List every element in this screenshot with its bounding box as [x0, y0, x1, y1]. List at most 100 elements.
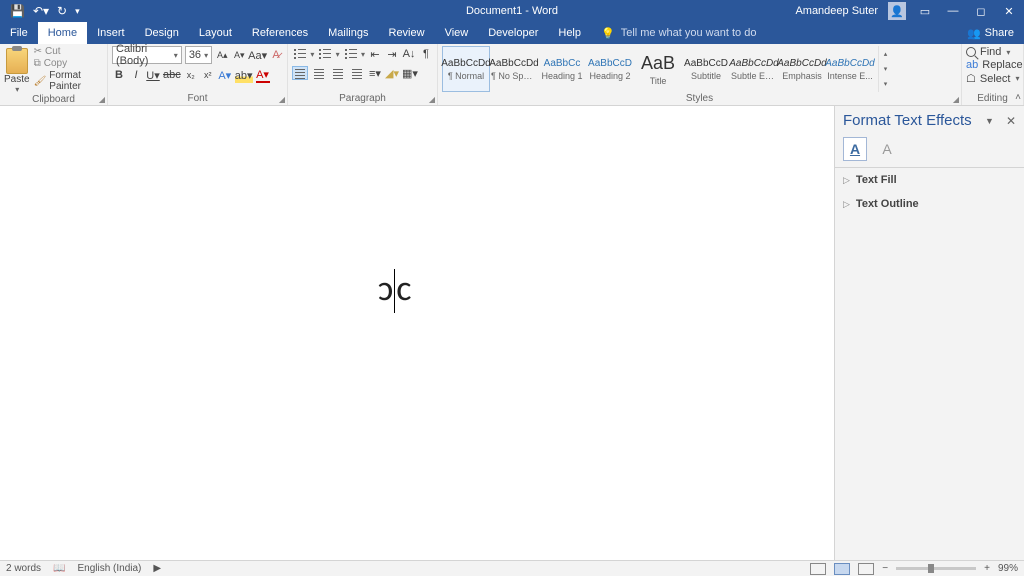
style-intense-e-[interactable]: AaBbCcDdIntense E... — [826, 46, 874, 92]
paragraph-dialog-launcher-icon[interactable]: ◢ — [429, 95, 435, 104]
line-spacing-button[interactable]: ≡▾ — [368, 65, 382, 81]
section-text-fill[interactable]: ▷Text Fill — [835, 168, 1024, 192]
minimize-icon[interactable]: — — [944, 5, 962, 17]
collapse-ribbon-icon[interactable]: ˄ — [1015, 92, 1021, 103]
sidepane-options-icon[interactable]: ▼ — [985, 116, 994, 126]
save-icon[interactable]: 💾 — [10, 4, 25, 18]
tab-developer[interactable]: Developer — [478, 22, 548, 44]
group-paragraph: ▾ ▾ ▾ ⇤ ⇥ A↓ ¶ ≡▾ ◢▾ ▦▾ — [288, 44, 438, 105]
zoom-level[interactable]: 99% — [998, 563, 1018, 574]
style--normal[interactable]: AaBbCcDd¶ Normal — [442, 46, 490, 92]
maximize-icon[interactable]: ◻ — [972, 5, 990, 18]
language-status[interactable]: English (India) — [77, 563, 141, 574]
style-subtitle[interactable]: AaBbCcDSubtitle — [682, 46, 730, 92]
styles-dialog-launcher-icon[interactable]: ◢ — [953, 95, 959, 104]
subscript-button[interactable]: x₂ — [184, 67, 198, 83]
expand-icon: ▷ — [843, 199, 850, 210]
web-layout-button[interactable] — [858, 563, 874, 575]
borders-button[interactable]: ▦▾ — [402, 65, 418, 81]
zoom-out-button[interactable]: − — [882, 563, 888, 574]
justify-button[interactable] — [349, 66, 365, 80]
read-mode-button[interactable] — [810, 563, 826, 575]
superscript-button[interactable]: x² — [201, 67, 215, 83]
user-name[interactable]: Amandeep Suter — [795, 5, 878, 17]
styles-more-button[interactable]: ▴▾▾ — [878, 46, 892, 92]
paste-button[interactable]: Paste ▾ — [4, 46, 30, 94]
align-left-button[interactable] — [292, 66, 308, 80]
find-button[interactable]: Find▾ — [966, 46, 1023, 58]
replace-button[interactable]: abReplace — [966, 59, 1023, 71]
document-text: ↄc — [378, 266, 411, 313]
document-canvas[interactable]: ↄc — [0, 106, 834, 560]
zoom-in-button[interactable]: + — [984, 563, 990, 574]
print-layout-button[interactable] — [834, 563, 850, 575]
tab-file[interactable]: File — [0, 22, 38, 44]
cut-button[interactable]: ✂Cut — [34, 46, 103, 57]
macro-status-icon[interactable]: ▶ — [153, 563, 161, 574]
font-color-button[interactable]: A▾ — [256, 67, 270, 83]
shrink-font-button[interactable]: A▾ — [232, 47, 246, 63]
tab-layout[interactable]: Layout — [189, 22, 242, 44]
tab-references[interactable]: References — [242, 22, 318, 44]
ribbon-options-icon[interactable]: ▭ — [916, 5, 934, 18]
style--no-spac-[interactable]: AaBbCcDd¶ No Spac... — [490, 46, 538, 92]
decrease-indent-button[interactable]: ⇤ — [368, 46, 382, 62]
paste-dropdown-icon[interactable]: ▾ — [15, 85, 19, 94]
share-button[interactable]: 👥 Share — [957, 22, 1024, 44]
shading-button[interactable]: ◢▾ — [385, 65, 399, 81]
change-case-button[interactable]: Aa▾ — [249, 47, 266, 63]
copy-button[interactable]: ⧉Copy — [34, 58, 103, 69]
tell-me-search[interactable]: 💡 Tell me what you want to do — [601, 22, 756, 44]
style-heading-1[interactable]: AaBbCcHeading 1 — [538, 46, 586, 92]
strikethrough-button[interactable]: abc — [163, 67, 181, 83]
sidepane-close-icon[interactable]: ✕ — [1006, 114, 1016, 128]
align-center-button[interactable] — [311, 66, 327, 80]
sidepane-tab-text-fill[interactable]: A — [843, 137, 867, 161]
clipboard-dialog-launcher-icon[interactable]: ◢ — [99, 95, 105, 104]
style-emphasis[interactable]: AaBbCcDdEmphasis — [778, 46, 826, 92]
tab-home[interactable]: Home — [38, 22, 87, 44]
sort-button[interactable]: A↓ — [402, 46, 416, 62]
word-count[interactable]: 2 words — [6, 563, 41, 574]
align-right-button[interactable] — [330, 66, 346, 80]
tab-help[interactable]: Help — [548, 22, 591, 44]
qat-more-icon[interactable]: ▾ — [75, 6, 80, 17]
style-title[interactable]: AaBTitle — [634, 46, 682, 92]
undo-icon[interactable]: ↶▾ — [33, 4, 49, 18]
zoom-slider[interactable] — [896, 567, 976, 570]
grow-font-button[interactable]: A▴ — [215, 47, 229, 63]
font-size-combo[interactable]: 36▾ — [185, 46, 212, 64]
redo-icon[interactable]: ↻ — [57, 4, 67, 18]
styles-gallery[interactable]: AaBbCcDd¶ NormalAaBbCcDd¶ No Spac...AaBb… — [442, 46, 874, 92]
spellcheck-icon[interactable]: 📖 — [53, 563, 65, 574]
multilevel-list-button[interactable] — [343, 47, 357, 61]
tab-insert[interactable]: Insert — [87, 22, 135, 44]
section-text-outline[interactable]: ▷Text Outline — [835, 192, 1024, 216]
text-effects-button[interactable]: A▾ — [218, 67, 232, 83]
bold-button[interactable]: B — [112, 67, 126, 83]
tab-mailings[interactable]: Mailings — [318, 22, 378, 44]
tab-review[interactable]: Review — [379, 22, 435, 44]
close-icon[interactable]: ✕ — [1000, 5, 1018, 18]
select-button[interactable]: ☖Select▾ — [966, 72, 1023, 85]
user-avatar-icon[interactable]: 👤 — [888, 2, 906, 20]
ribbon: Paste ▾ ✂Cut ⧉Copy 🖌Format Painter Clipb… — [0, 44, 1024, 106]
sidepane-tab-text-effects[interactable]: A — [875, 137, 899, 161]
numbering-button[interactable] — [317, 47, 331, 61]
show-marks-button[interactable]: ¶ — [419, 46, 433, 62]
underline-button[interactable]: U▾ — [146, 67, 160, 83]
italic-button[interactable]: I — [129, 67, 143, 83]
group-clipboard: Paste ▾ ✂Cut ⧉Copy 🖌Format Painter Clipb… — [0, 44, 108, 105]
menu-bar: File Home Insert Design Layout Reference… — [0, 22, 1024, 44]
increase-indent-button[interactable]: ⇥ — [385, 46, 399, 62]
tab-view[interactable]: View — [435, 22, 479, 44]
highlight-button[interactable]: ab▾ — [235, 67, 253, 83]
format-painter-button[interactable]: 🖌Format Painter — [34, 70, 103, 92]
bullets-button[interactable] — [292, 47, 306, 61]
clear-formatting-button[interactable]: A̷ — [269, 47, 283, 63]
style-heading-2[interactable]: AaBbCcDHeading 2 — [586, 46, 634, 92]
tab-design[interactable]: Design — [135, 22, 189, 44]
font-dialog-launcher-icon[interactable]: ◢ — [279, 95, 285, 104]
font-name-combo[interactable]: Calibri (Body)▾ — [112, 46, 182, 64]
style-subtle-em-[interactable]: AaBbCcDdSubtle Em... — [730, 46, 778, 92]
